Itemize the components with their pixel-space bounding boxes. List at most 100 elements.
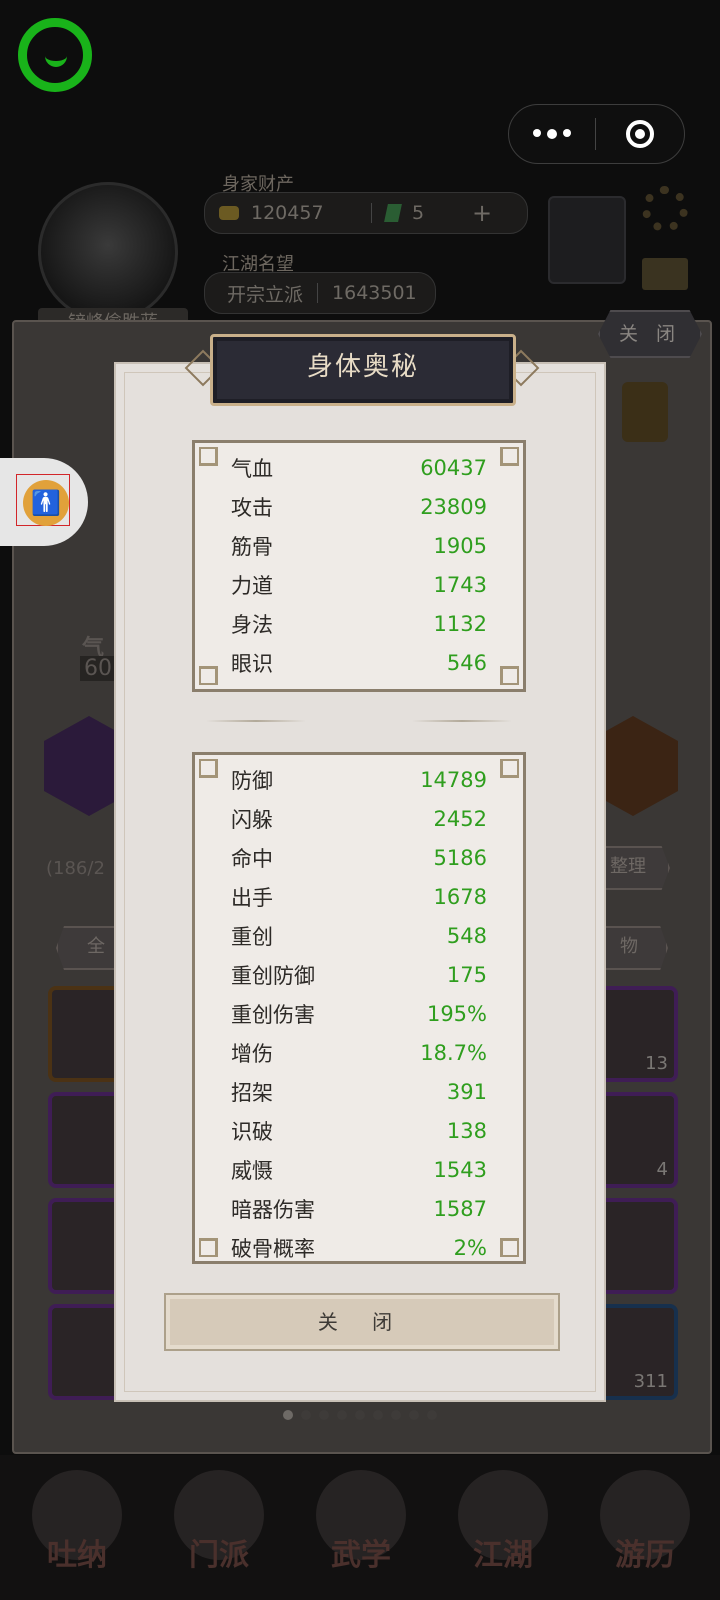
stat-row: 重创伤害 195% [231,994,487,1033]
combat-stats-box[interactable]: 防御 14789 闪躲 2452 命中 5186 出手 1678 重创 548 重创防御 175 重创伤… [192,752,526,1264]
nav-label: 武学 [331,1538,391,1573]
page-dot[interactable] [337,1410,347,1420]
nav-martial[interactable]: 武学 [306,1470,416,1590]
fame-rank: 开宗立派 [227,283,304,306]
box-corner-ornament [199,447,218,466]
bag-capacity: (186/2 [46,858,105,879]
wealth-bar: 120457 5 + [204,192,528,234]
stat-label: 重创伤害 [231,1002,315,1027]
nav-label: 江湖 [473,1538,533,1573]
stat-label: 破骨概率 [231,1236,315,1261]
page-dot[interactable] [391,1410,401,1420]
box-corner-ornament [500,447,519,466]
stat-label: 暗器伤害 [231,1197,315,1222]
box-corner-ornament [199,666,218,685]
stat-label: 出手 [231,885,273,910]
stat-row: 闪躲 2452 [231,799,487,838]
stat-row: 破骨概率 2% [231,1228,487,1261]
box-corner-ornament [500,1238,519,1257]
page-dot[interactable] [373,1410,383,1420]
lantern-ornament-icon [622,382,668,442]
fame-bar: 开宗立派 1643501 [204,272,436,314]
stat-row: 眼识 546 [231,643,487,682]
stat-label: 防御 [231,768,273,793]
basic-stats-box: 气血 60437 攻击 23809 筋骨 1905 力道 1743 身法 1132 眼识 546 [192,440,526,692]
slot-count: 311 [633,1371,668,1392]
divider-left [206,720,306,722]
partial-stat-value: 60 [80,656,116,681]
stat-label: 重创防御 [231,963,315,988]
box-corner-ornament [199,759,218,778]
page-dot[interactable] [409,1410,419,1420]
stat-row: 力道 1743 [231,565,487,604]
wealth-divider [371,203,372,223]
stat-value: 5186 [433,845,487,870]
page-dot[interactable] [301,1410,311,1420]
inventory-slot-chest-icon[interactable]: 311 [596,1304,678,1400]
inventory-slot-box-icon[interactable]: 4 [596,1092,678,1188]
stat-row: 攻击 23809 [231,487,487,526]
stat-label: 眼识 [231,651,273,676]
stat-label: 气血 [231,456,273,481]
stat-row: 命中 5186 [231,838,487,877]
stat-row: 招架 391 [231,1072,487,1111]
nav-travel[interactable]: 游历 [590,1470,700,1590]
box-corner-ornament [500,759,519,778]
fame-divider [317,283,319,303]
box-corner-ornament [199,1238,218,1257]
nav-sect[interactable]: 门派 [164,1470,274,1590]
stat-value: 18.7% [420,1040,487,1065]
inventory-slot-orb-icon[interactable]: 13 [596,986,678,1082]
stat-row: 暗器伤害 1587 [231,1189,487,1228]
stat-row: 威慑 1543 [231,1150,487,1189]
stat-value: 175 [446,962,487,987]
mail-icon[interactable] [642,258,688,290]
stat-value: 1743 [433,572,487,597]
page-dot[interactable] [319,1410,329,1420]
page-dot[interactable] [283,1410,293,1420]
stat-value: 1132 [433,611,487,636]
stat-value: 1678 [433,884,487,909]
stat-value: 1905 [433,533,487,558]
inventory-slot-book-icon[interactable] [596,1198,678,1294]
panel-close-button[interactable]: 关 闭 [598,310,702,358]
stat-row: 增伤 18.7% [231,1033,487,1072]
settings-gear-icon[interactable] [642,186,688,232]
stat-value: 1587 [433,1196,487,1221]
stat-label: 威慑 [231,1158,273,1183]
accessibility-float[interactable]: 🚹 [0,458,88,546]
stat-value: 14789 [420,767,487,792]
more-menu-icon[interactable] [509,129,595,139]
modal-close-button[interactable]: 关 闭 [164,1293,560,1351]
stat-label: 招架 [231,1080,273,1105]
gem-icon [384,204,402,222]
stat-row: 出手 1678 [231,877,487,916]
stat-value: 60437 [420,455,487,480]
stat-label: 增伤 [231,1041,273,1066]
stat-value: 546 [446,650,487,675]
stat-label: 筋骨 [231,534,273,559]
player-avatar[interactable] [38,182,178,322]
box-corner-ornament [500,666,519,685]
app-logo-icon[interactable] [18,18,92,92]
fame-value: 1643501 [332,282,417,304]
stat-label: 闪躲 [231,807,273,832]
yin-yang-icon[interactable] [548,196,626,284]
add-currency-button[interactable]: + [472,199,492,227]
stat-value: 2% [453,1235,487,1260]
nav-label: 门派 [189,1538,249,1573]
nav-tuna[interactable]: 吐纳 [22,1470,132,1590]
stat-row: 重创防御 175 [231,955,487,994]
coin-icon [219,206,239,220]
nav-jianghu[interactable]: 江湖 [448,1470,558,1590]
stat-row: 筋骨 1905 [231,526,487,565]
page-dot[interactable] [427,1410,437,1420]
nav-label: 游历 [615,1538,675,1573]
close-miniprogram-icon[interactable] [596,120,684,148]
stat-value: 23809 [420,494,487,519]
stat-label: 识破 [231,1119,273,1144]
accessibility-person-icon: 🚹 [23,480,69,526]
miniprogram-capsule [508,104,685,164]
page-dot[interactable] [355,1410,365,1420]
stat-label: 重创 [231,924,273,949]
